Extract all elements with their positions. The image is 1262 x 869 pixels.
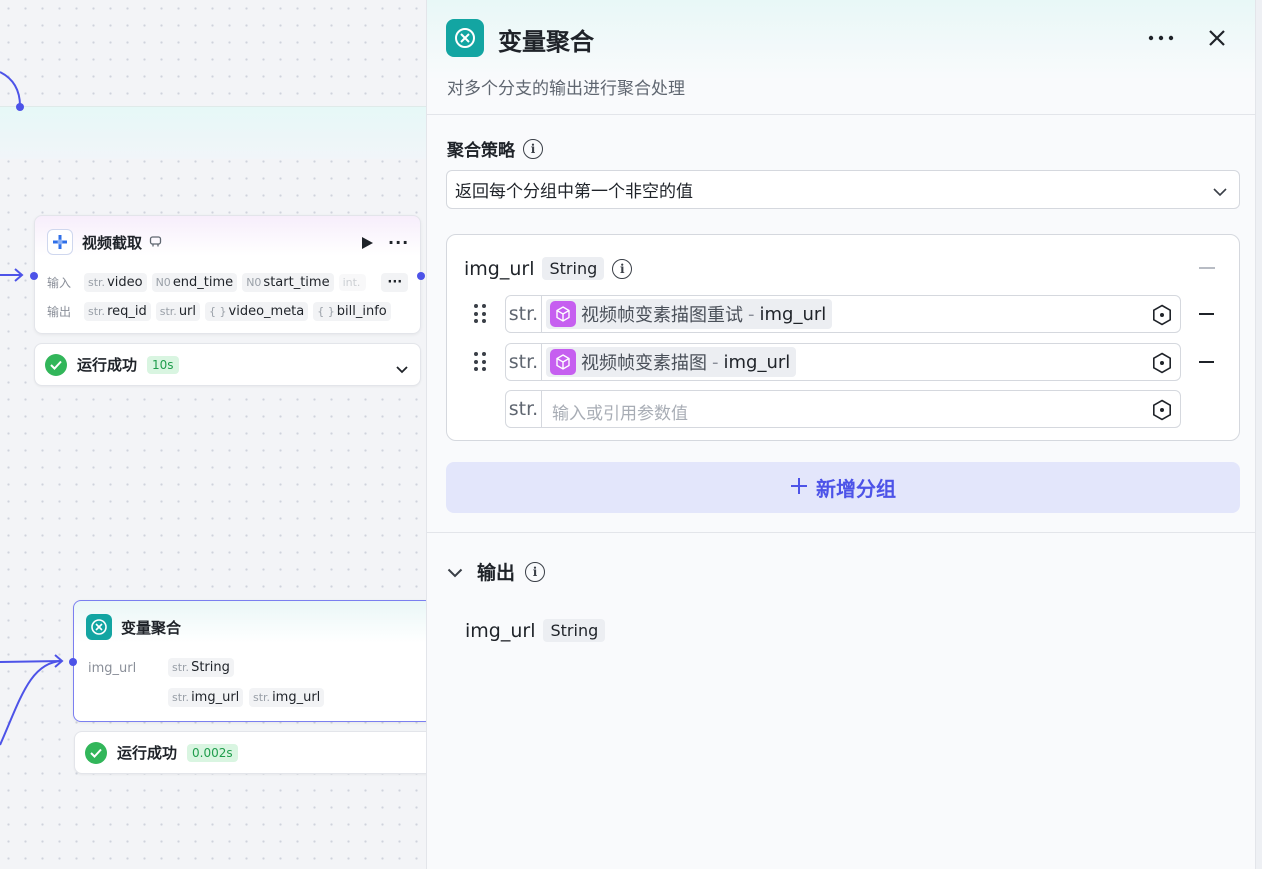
edge-top — [0, 71, 21, 107]
video-clip-node[interactable]: 视频截取 ··· 输入 str. video N0 end_time N0 start… — [30, 215, 425, 334]
input-tag: str. video — [84, 273, 147, 292]
info-icon[interactable]: i — [523, 138, 543, 159]
panel-header: 变量聚合 对多个分支的输出进行聚合处理 — [427, 0, 1255, 115]
group-variable-row-empty: str. 输入或引用参数值 — [447, 390, 1241, 428]
info-icon[interactable]: i — [525, 561, 546, 582]
panel-description[interactable]: 对多个分支的输出进行聚合处理 — [447, 74, 685, 99]
variable-picker-icon[interactable] — [1151, 352, 1173, 378]
group-variable-row: str. 视频帧变素描图 - img_url — [447, 343, 1241, 381]
strategy-select[interactable]: 返回每个分组中第一个非空的值 — [446, 170, 1240, 209]
agg-node-in-port[interactable] — [69, 658, 77, 666]
strategy-value: 返回每个分组中第一个非空的值 — [455, 182, 693, 202]
drag-handle-icon[interactable] — [474, 304, 486, 324]
remove-group-button[interactable] — [1199, 267, 1215, 269]
input-placeholder: 输入或引用参数值 — [552, 404, 688, 424]
node-more-button[interactable]: ··· — [388, 233, 409, 252]
variable-reference-tag[interactable]: 视频帧变素描图重试 - img_url — [546, 299, 833, 329]
video-node-title: 视频截取 — [82, 233, 143, 252]
strategy-label: 聚合策略 — [447, 141, 515, 161]
output-type-badge: String — [543, 619, 606, 642]
output-variable: img_url String — [465, 619, 606, 642]
variable-aggregation-node[interactable]: 变量聚合 img_url str. String str. img_url str.… — [69, 600, 433, 722]
more-horizontal-icon[interactable] — [1145, 24, 1177, 52]
ref-node-name: 视频帧变素描图重试 — [581, 305, 743, 326]
success-check-icon — [85, 741, 107, 764]
agg-node-status[interactable]: 运行成功 0.002s — [74, 731, 434, 774]
input-label: 输入 — [47, 276, 72, 290]
edge-top-port — [16, 103, 24, 111]
video-node-out-port[interactable] — [417, 272, 425, 280]
type-prefix: str. — [506, 296, 542, 332]
variable-ref-field[interactable]: str. 视频帧变素描图 - img_url — [505, 343, 1181, 381]
success-check-icon — [45, 353, 67, 376]
run-node-button[interactable] — [361, 235, 374, 254]
output-tag: str. req_id — [84, 302, 151, 321]
strategy-section-label: 聚合策略 i — [447, 136, 543, 161]
add-group-label: 新增分组 — [816, 477, 896, 501]
variable-picker-icon[interactable] — [1151, 399, 1173, 425]
group-variable-row: str. 视频帧变素描图重试 - img_url — [447, 295, 1241, 333]
agg-var-label: img_url — [88, 661, 137, 676]
video-node-outputs: 输出 str. req_id str. url { } video_meta { } b… — [47, 302, 391, 321]
close-icon[interactable] — [1201, 24, 1233, 52]
duration-badge: 10s — [147, 355, 179, 374]
chevron-down-icon[interactable] — [447, 561, 463, 583]
output-tag: { } bill_info — [313, 302, 391, 321]
chevron-down-icon — [1213, 182, 1227, 202]
type-prefix: str. — [506, 344, 542, 380]
section-divider — [427, 532, 1255, 533]
output-section-header[interactable]: 输出 i — [447, 558, 546, 585]
output-var-name: img_url — [465, 619, 536, 642]
duration-badge: 0.002s — [187, 743, 238, 762]
ref-variable-name: img_url — [759, 303, 827, 325]
variable-ref-field[interactable]: str. 视频帧变素描图重试 - img_url — [505, 295, 1181, 333]
type-prefix: str. — [506, 391, 542, 427]
cube-icon — [550, 349, 576, 375]
ref-node-name: 视频帧变素描图 — [581, 353, 707, 374]
video-plugin-icon — [47, 229, 73, 255]
cube-icon — [550, 301, 576, 327]
variable-value-input[interactable]: str. 输入或引用参数值 — [505, 390, 1181, 428]
node-config-panel: 变量聚合 对多个分支的输出进行聚合处理 聚合策略 i 返回每个分组中第一个非空的… — [426, 0, 1256, 869]
info-icon[interactable]: i — [612, 258, 633, 279]
agg-type-tag: str. String — [168, 658, 234, 677]
variable-group: img_url String i str. 视频帧变素描图重试 - img_ur… — [446, 234, 1240, 441]
edge-to-agg-2 — [0, 660, 63, 746]
aggregate-icon — [86, 614, 112, 640]
plugin-badge-icon — [149, 233, 162, 252]
status-text: 运行成功 — [117, 744, 178, 762]
aggregate-icon — [446, 19, 484, 57]
group-name[interactable]: img_url — [464, 258, 534, 280]
output-tag: { } video_meta — [205, 302, 309, 321]
variable-picker-icon[interactable] — [1151, 304, 1173, 330]
group-type-badge: String — [542, 257, 605, 280]
ref-separator: - — [748, 303, 755, 325]
output-label: 输出 — [477, 562, 516, 584]
add-group-button[interactable]: 新增分组 — [446, 462, 1240, 513]
canvas-edge-strip — [1256, 0, 1262, 869]
agg-node-title: 变量聚合 — [121, 618, 182, 637]
variable-reference-tag[interactable]: 视频帧变素描图 - img_url — [546, 347, 797, 377]
more-inputs-button[interactable]: ··· — [381, 273, 409, 292]
input-tag: N0 start_time — [242, 273, 334, 292]
remove-variable-button[interactable] — [1199, 361, 1214, 363]
plus-icon — [790, 476, 808, 500]
ref-separator: - — [712, 351, 719, 373]
status-text: 运行成功 — [77, 356, 138, 374]
drag-handle-icon[interactable] — [474, 352, 486, 372]
remove-variable-button[interactable] — [1199, 313, 1214, 315]
video-node-status[interactable]: 运行成功 10s — [34, 343, 421, 386]
output-label: 输出 — [47, 305, 72, 319]
ref-variable-name: img_url — [723, 351, 791, 373]
video-node-in-port[interactable] — [30, 272, 38, 280]
agg-ref-tag: str. img_url — [249, 688, 325, 707]
agg-ref-tag: str. img_url — [168, 688, 244, 707]
input-tag: N0 end_time — [151, 273, 238, 292]
chevron-down-icon[interactable] — [396, 359, 408, 378]
video-node-inputs: 输入 str. video N0 end_time N0 start_time int… — [47, 273, 409, 292]
input-tag: int. — [338, 274, 367, 291]
output-tag: str. url — [155, 302, 201, 321]
panel-title[interactable]: 变量聚合 — [498, 22, 594, 57]
